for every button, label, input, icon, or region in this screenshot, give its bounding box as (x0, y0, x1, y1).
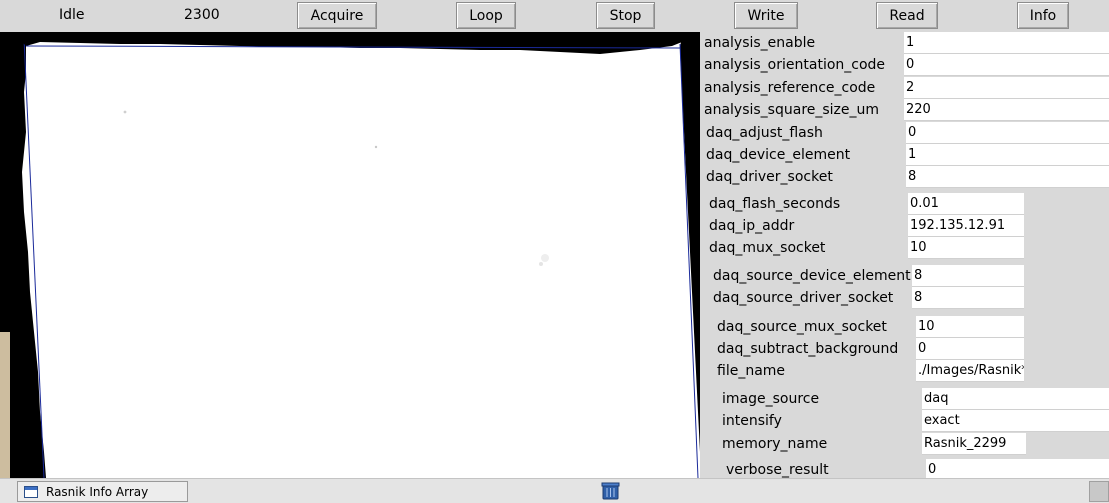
param-value-field[interactable]: 0 (904, 54, 1109, 76)
param-value-field[interactable]: 8 (912, 265, 1024, 287)
param-row: daq_device_element 1 (700, 144, 1109, 166)
read-button[interactable]: Read (876, 2, 938, 29)
info-parameter-list: analysis_enable 1 analysis_orientation_cod… (700, 32, 1109, 478)
param-value-field[interactable]: ./Images/Rasnik* (916, 360, 1024, 382)
counter-label: 2300 (184, 7, 220, 23)
status-label: Idle (59, 7, 85, 23)
taskbar-window-button[interactable]: Rasnik Info Array (17, 481, 188, 502)
param-row: daq_adjust_flash 0 (700, 122, 1109, 144)
param-name: daq_mux_socket (709, 240, 826, 256)
param-name: daq_source_device_element (713, 268, 911, 284)
param-value-field[interactable]: 192.135.12.91 (908, 215, 1024, 237)
param-row: verbose_result 0 (700, 459, 1109, 478)
param-name: analysis_enable (704, 35, 816, 51)
param-value-field[interactable]: 0 (916, 338, 1024, 360)
param-name: daq_source_driver_socket (713, 290, 894, 306)
taskbar-window-label: Rasnik Info Array (46, 484, 149, 499)
taskbar: Rasnik Info Array (0, 478, 1109, 503)
param-value-field[interactable]: 220 (904, 99, 1109, 121)
param-row: intensify exact (700, 410, 1109, 432)
param-row: daq_flash_seconds 0.01 (700, 193, 1109, 215)
param-value-field[interactable]: 8 (912, 287, 1024, 309)
show-desktop-button[interactable] (1089, 481, 1109, 502)
param-value-field[interactable]: 0 (906, 122, 1109, 144)
param-name: analysis_reference_code (704, 80, 876, 96)
param-row: daq_driver_socket 8 (700, 166, 1109, 188)
param-name: daq_flash_seconds (709, 196, 841, 212)
param-name: image_source (722, 391, 820, 407)
param-name: daq_source_mux_socket (717, 319, 887, 335)
param-name: daq_adjust_flash (706, 125, 823, 141)
param-row: daq_source_driver_socket 8 (700, 287, 1109, 309)
param-value-field[interactable]: 10 (908, 237, 1024, 259)
param-value-field[interactable]: 1 (904, 32, 1109, 54)
param-row: daq_ip_addr 192.135.12.91 (700, 215, 1109, 237)
param-name: analysis_orientation_code (704, 57, 886, 73)
param-value-field[interactable]: 0 (926, 459, 1109, 478)
write-button[interactable]: Write (734, 2, 798, 29)
param-row: daq_mux_socket 10 (700, 237, 1109, 259)
loop-button[interactable]: Loop (456, 2, 516, 29)
param-name: intensify (722, 413, 782, 429)
toolbar: Idle 2300 Acquire Loop Stop Write Read I… (0, 0, 1109, 32)
param-name: daq_subtract_background (717, 341, 899, 357)
rasnik-image (0, 32, 703, 478)
param-name: file_name (717, 363, 786, 379)
param-value-field[interactable]: Rasnik_2299 (922, 433, 1026, 455)
param-row: file_name ./Images/Rasnik* (700, 360, 1109, 382)
trash-icon[interactable] (601, 482, 620, 500)
param-row: image_source daq (700, 388, 1109, 410)
lwdaq-rasnik-window: Idle 2300 Acquire Loop Stop Write Read I… (0, 0, 1109, 503)
param-row: analysis_square_size_um 220 (700, 99, 1109, 121)
param-name: verbose_result (726, 462, 829, 478)
param-row: analysis_reference_code 2 (700, 77, 1109, 99)
param-row: daq_subtract_background 0 (700, 338, 1109, 360)
param-value-field[interactable]: 0.01 (908, 193, 1024, 215)
param-name: analysis_square_size_um (704, 102, 880, 118)
param-row: memory_name Rasnik_2299 (700, 433, 1109, 455)
param-value-field[interactable]: daq (922, 388, 1109, 410)
param-name: daq_driver_socket (706, 169, 833, 185)
stop-button[interactable]: Stop (596, 2, 655, 29)
param-row: analysis_orientation_code 0 (700, 54, 1109, 76)
param-name: memory_name (722, 436, 828, 452)
window-icon (24, 485, 38, 498)
param-name: daq_device_element (706, 147, 851, 163)
param-value-field[interactable]: 2 (904, 77, 1109, 99)
param-value-field[interactable]: 8 (906, 166, 1109, 188)
image-display[interactable] (0, 32, 703, 478)
acquire-button[interactable]: Acquire (297, 2, 377, 29)
param-row: daq_source_device_element 8 (700, 265, 1109, 287)
param-row: daq_source_mux_socket 10 (700, 316, 1109, 338)
param-value-field[interactable]: 1 (906, 144, 1109, 166)
param-row: analysis_enable 1 (700, 32, 1109, 54)
param-name: daq_ip_addr (709, 218, 795, 234)
param-value-field[interactable]: exact (922, 410, 1109, 432)
param-value-field[interactable]: 10 (916, 316, 1024, 338)
info-button[interactable]: Info (1017, 2, 1069, 29)
